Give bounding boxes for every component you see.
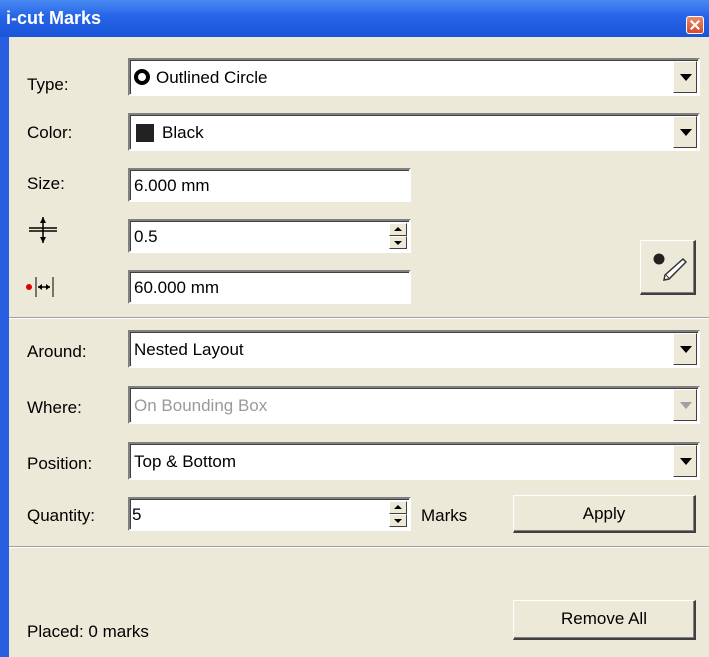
title-bar[interactable]: i-cut Marks: [0, 0, 709, 37]
size-field[interactable]: 6.000 mm: [128, 168, 411, 202]
quantity-value: 5: [132, 505, 142, 524]
quantity-increment-button[interactable]: [389, 501, 407, 514]
type-label: Type:: [27, 75, 69, 94]
around-select[interactable]: Nested Layout: [128, 330, 700, 368]
color-label: Color:: [27, 123, 73, 142]
position-dropdown-button[interactable]: [673, 445, 697, 477]
thickness-value: 0.5: [134, 227, 158, 246]
position-label: Position:: [27, 454, 93, 473]
position-value: Top & Bottom: [134, 452, 237, 471]
color-select[interactable]: Black: [128, 113, 700, 151]
window-title: i-cut Marks: [6, 8, 102, 28]
where-value: On Bounding Box: [134, 396, 268, 415]
icut-marks-window: i-cut Marks Type: Outlined Circle Color:…: [0, 0, 709, 657]
color-value: Black: [162, 123, 204, 142]
quantity-unit: Marks: [421, 506, 468, 525]
crosshair-thickness-icon: [29, 217, 57, 243]
type-dropdown-button[interactable]: [673, 61, 697, 93]
type-value: Outlined Circle: [156, 68, 268, 87]
thickness-increment-button[interactable]: [389, 223, 407, 236]
quantity-field[interactable]: 5: [128, 497, 411, 531]
spacing-value: 60.000 mm: [134, 278, 220, 297]
bottom-divider: [9, 546, 709, 548]
remove-all-label: Remove All: [561, 609, 647, 628]
color-dropdown-button[interactable]: [673, 116, 697, 148]
around-label: Around:: [27, 342, 87, 361]
apply-label: Apply: [582, 504, 626, 523]
thickness-spinner[interactable]: [389, 223, 407, 249]
quantity-decrement-button[interactable]: [389, 514, 407, 527]
remove-all-button[interactable]: Remove All: [513, 600, 696, 640]
around-dropdown-button[interactable]: [673, 333, 697, 365]
where-label: Where:: [27, 398, 82, 417]
quantity-spinner[interactable]: [389, 501, 407, 527]
quantity-label: Quantity:: [27, 506, 96, 525]
outlined-circle-icon: [134, 69, 150, 85]
thickness-field[interactable]: 0.5: [128, 219, 411, 253]
where-dropdown-button: [673, 389, 697, 421]
size-value: 6.000 mm: [134, 176, 210, 195]
color-swatch-icon: [136, 124, 154, 142]
section-divider: [9, 317, 709, 319]
pen-mark-button[interactable]: [640, 240, 696, 295]
apply-button[interactable]: Apply: [513, 495, 696, 533]
position-select[interactable]: Top & Bottom: [128, 442, 700, 480]
close-icon[interactable]: [686, 16, 704, 34]
placed-status: Placed: 0 marks: [27, 622, 149, 641]
type-select[interactable]: Outlined Circle: [128, 58, 700, 96]
thickness-decrement-button[interactable]: [389, 236, 407, 249]
marks-panel: Type: Outlined Circle Color: Black Size:…: [9, 37, 709, 657]
mark-spacing-icon: [26, 277, 54, 297]
where-select: On Bounding Box: [128, 386, 700, 424]
around-value: Nested Layout: [134, 340, 244, 359]
pen-mark-icon: [653, 253, 687, 281]
spacing-field[interactable]: 60.000 mm: [128, 270, 411, 304]
size-label: Size:: [27, 174, 65, 193]
